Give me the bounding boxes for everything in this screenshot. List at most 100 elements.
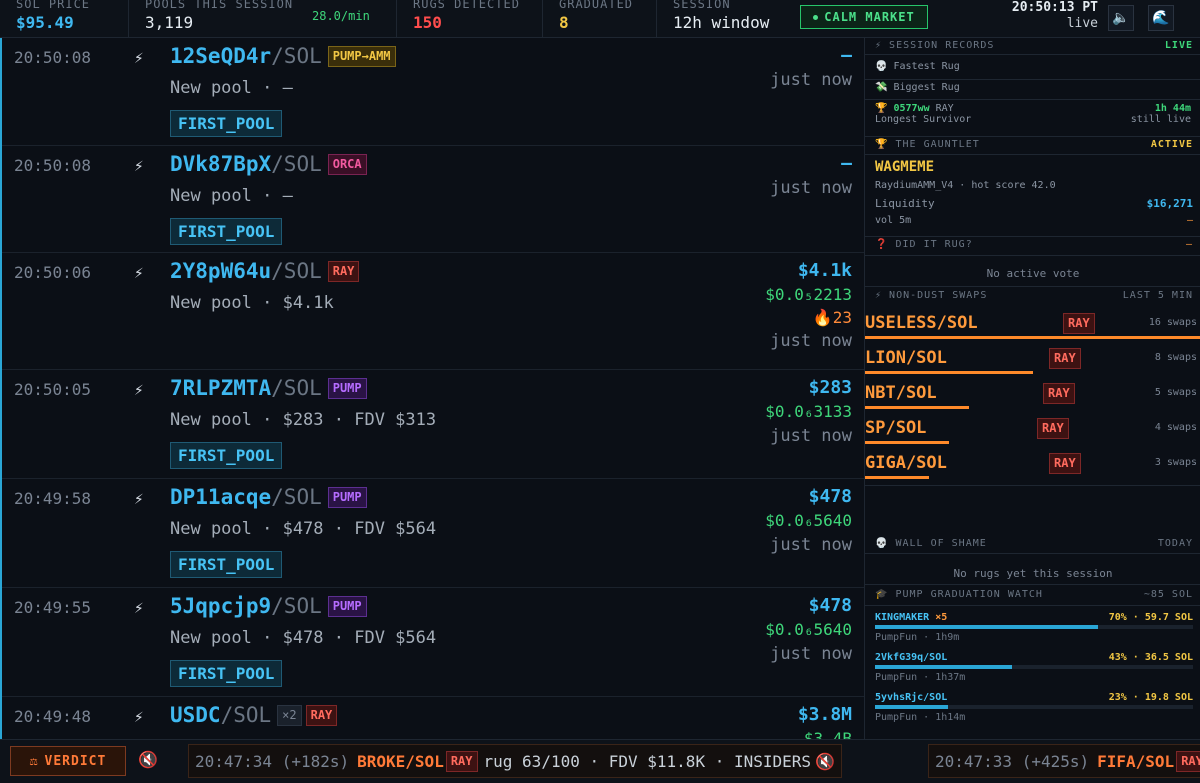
feed-row[interactable]: 20:50:08 ⚡ 12SeQD4r/SOL PUMP→AMM New poo… [2,38,864,146]
wall-header: 💀 WALL OF SHAME TODAY [865,537,1200,551]
feed-row[interactable]: 20:50:06 ⚡ 2Y8pW64u/SOL RAY New pool · $… [2,253,864,370]
verdict-button[interactable]: ⚖ VERDICT [10,746,126,776]
row-pair[interactable]: 12SeQD4r/SOL PUMP→AMM [170,44,396,68]
rugs-value: 150 [413,13,442,32]
feed-row[interactable]: 20:50:05 ⚡ 7RLPZMTA/SOL PUMP New pool · … [2,370,864,479]
row-pair[interactable]: 2Y8pW64u/SOL RAY [170,259,360,283]
trophy-icon: 🏆 [875,139,896,150]
gauntlet-panel: 🏆 THE GAUNTLET ACTIVE [865,138,1200,152]
swap-volume-bar [865,441,949,444]
row-time: 20:49:58 [14,489,92,508]
feed-row[interactable]: 20:49:58 ⚡ DP11acqe/SOL PUMP New pool · … [2,479,864,588]
feed-row[interactable]: 20:49:48 ⚡ USDC/SOL ×2 RAY $3.8M $3.4B [2,697,864,739]
swap-count: 4 swaps [1154,422,1197,433]
graduation-item[interactable]: KINGMAKER ×5 70% · 59.7 SOL PumpFun · 1h9m [875,612,1193,643]
swap-row[interactable]: LION/SOL RAY 8 swaps [865,342,1200,376]
swap-row[interactable]: SP/SOL RAY 4 swaps [865,412,1200,446]
verdict-label: VERDICT [44,753,107,769]
mute-button[interactable]: 🔈 [1108,5,1134,31]
liquidity-value: $4.1k [797,260,852,281]
side-panel: ⚡ SESSION RECORDS LIVE 💀 Fastest Rug 💸 B… [864,38,1200,739]
graduation-item[interactable]: 2VkfG39q/SOL 43% · 36.5 SOL PumpFun · 1h37… [875,652,1193,683]
clock-time: 20:50:13 PT [1011,0,1098,15]
ticker-item[interactable]: 20:47:34 (+182s) BROKE/SOL RAY rug 63/10… [188,744,842,778]
gauntlet-token[interactable]: WAGMEME [875,159,934,175]
dex-badge: ORCA [327,153,367,175]
wall-period: TODAY [1157,538,1193,549]
first-pool-tag: FIRST_POOL [170,218,283,245]
wave-button[interactable]: 🌊 [1148,5,1174,31]
clock: 20:50:13 PT live [1006,0,1098,32]
divider [865,553,1200,554]
did-it-rug-status: — [1185,239,1193,250]
session-label: SESSION [673,0,731,11]
biggest-rug-label: Biggest Rug [893,82,960,93]
row-time: 20:50:05 [14,380,92,399]
quote-symbol: /SOL [220,703,272,727]
graduation-token: 2VkfG39q/SOL [875,652,948,663]
survivor-label: Longest Survivor [875,114,972,125]
ticker-text: rug 63/100 · FDV $11.8K · INSIDERS [483,751,812,771]
hot-score: 🔥23 [812,308,852,327]
graduated-label: GRADUATED [559,0,634,11]
biggest-rug-record[interactable]: 💸 Biggest Rug [875,82,960,93]
swap-volume-bar [865,371,1033,374]
session-records-panel: ⚡ SESSION RECORDS LIVE [865,38,1200,53]
market-status-text: CALM MARKET [824,10,915,24]
swap-row[interactable]: USELESS/SOL RAY 16 swaps [865,307,1200,341]
market-status-badge[interactable]: CALM MARKET [800,5,928,29]
ticker-item[interactable]: 20:47:33 (+425s) FIFA/SOL RAY [928,744,1200,778]
token-symbol: 2Y8pW64u [170,259,272,283]
pool-feed[interactable]: 20:50:08 ⚡ 12SeQD4r/SOL PUMP→AMM New poo… [0,38,864,739]
dex-badge: PUMP→AMM [327,45,396,67]
token-price: $3.4B [803,729,852,739]
graduation-meta: PumpFun · 1h9m [875,632,960,643]
progress-track [875,625,1193,629]
row-pair[interactable]: 5Jqpcjp9/SOL PUMP [170,594,367,618]
swaps-window: LAST 5 MIN [1122,290,1193,301]
feed-row[interactable]: 20:49:55 ⚡ 5Jqpcjp9/SOL PUMP New pool · … [2,588,864,697]
dex-badge: RAY [1049,453,1081,474]
divider [865,236,1200,237]
row-metrics: $3.8M $3.4B [798,703,852,739]
token-symbol: 12SeQD4r [170,44,272,68]
wave-icon: 🌊 [1152,10,1170,26]
scales-icon: ⚖ [29,753,39,769]
fastest-rug-label: Fastest Rug [893,61,960,72]
multiplier-badge: ×2 [277,704,302,726]
longest-survivor-record[interactable]: 🏆 0577ww RAY 1h 44m Longest Survivor sti… [875,103,1191,125]
section-title: THE GAUNTLET [895,139,980,150]
swap-count: 16 swaps [1148,317,1197,328]
row-pair[interactable]: DVk87BpX/SOL ORCA [170,152,367,176]
dex-badge: RAY [305,704,338,726]
grad-cap-icon: 🎓 [875,589,896,600]
dex-badge: RAY [327,260,360,282]
first-pool-tag: FIRST_POOL [170,442,283,469]
gauntlet-liquidity: Liquidity $16,271 [875,197,1193,210]
graduation-item[interactable]: 5yvhsRjc/SOL 23% · 19.8 SOL PumpFun · 1h14… [875,692,1193,723]
did-it-rug-header: ❓ DID IT RUG? — [865,238,1200,252]
feed-row[interactable]: 20:50:08 ⚡ DVk87BpX/SOL ORCA New pool · … [2,146,864,253]
did-it-rug-panel: ❓ DID IT RUG? — [865,238,1200,252]
ticker-time: 20:47:33 (+425s) [935,751,1090,771]
survivor-status: still live [1130,114,1191,125]
row-age: just now [770,331,852,351]
swap-row[interactable]: NBT/SOL RAY 5 swaps [865,377,1200,411]
trophy-icon: 🏆 [875,103,894,114]
sol-price-value: $95.49 [16,13,74,32]
divider [865,136,1200,137]
row-metrics: — just now [770,152,852,200]
row-pair[interactable]: 7RLPZMTA/SOL PUMP [170,376,367,400]
progress-track [875,665,1193,669]
row-pair[interactable]: DP11acqe/SOL PUMP [170,485,367,509]
row-pair[interactable]: USDC/SOL ×2 RAY [170,703,338,727]
skull-icon: 💀 [875,538,896,549]
bolt-icon: ⚡ [134,156,144,175]
swap-row[interactable]: GIGA/SOL RAY 3 swaps [865,447,1200,481]
pools-rate: 28.0/min [312,9,370,23]
fastest-rug-record[interactable]: 💀 Fastest Rug [875,61,960,72]
row-time: 20:50:06 [14,263,92,282]
row-description: New pool · — [170,78,293,98]
bolt-icon: ⚡ [875,40,890,51]
token-symbol: 7RLPZMTA [170,376,272,400]
